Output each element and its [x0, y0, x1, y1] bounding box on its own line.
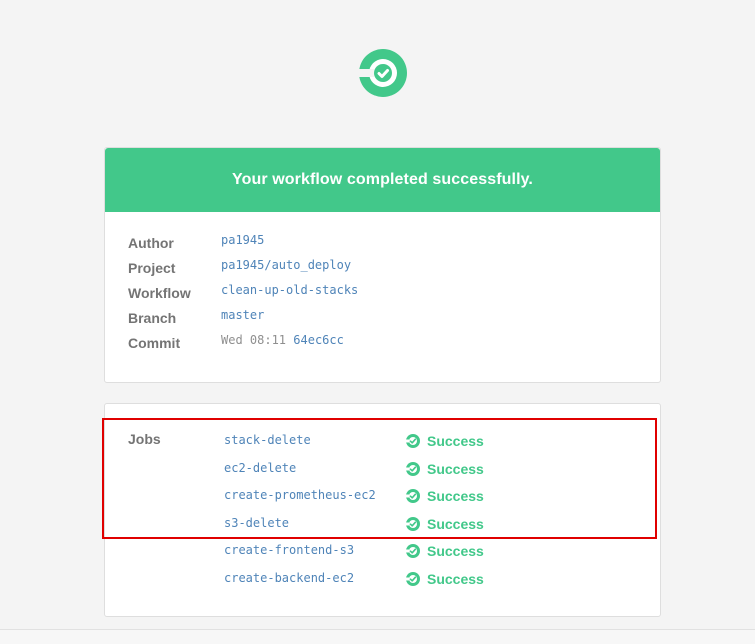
workflow-row: Workflow clean-up-old-stacks: [128, 283, 640, 305]
success-check-icon: [405, 489, 420, 503]
page-bottom-divider: [0, 629, 755, 644]
author-link[interactable]: pa1945: [221, 233, 264, 247]
circleci-logo-icon: [351, 41, 415, 105]
job-row: ec2-delete Success: [224, 461, 644, 481]
workflow-success-banner: Your workflow completed successfully.: [105, 148, 660, 212]
success-check-icon: [405, 462, 420, 476]
commit-value: Wed 08:11 64ec6cc: [221, 333, 344, 347]
branch-row: Branch master: [128, 308, 640, 330]
job-status-text: Success: [427, 488, 484, 504]
job-status-text: Success: [427, 571, 484, 587]
job-status: Success: [405, 461, 484, 477]
job-row: create-prometheus-ec2 Success: [224, 488, 644, 508]
job-status: Success: [405, 571, 484, 587]
job-row: create-backend-ec2 Success: [224, 571, 644, 591]
success-check-icon: [405, 572, 420, 586]
job-status-text: Success: [427, 461, 484, 477]
author-label: Author: [128, 235, 174, 251]
job-name-link[interactable]: stack-delete: [224, 433, 311, 447]
job-status: Success: [405, 433, 484, 449]
success-check-icon: [405, 544, 420, 558]
author-row: Author pa1945: [128, 233, 640, 255]
job-row: create-frontend-s3 Success: [224, 543, 644, 563]
job-name-link[interactable]: create-backend-ec2: [224, 571, 354, 585]
workflow-link[interactable]: clean-up-old-stacks: [221, 283, 358, 297]
commit-time: Wed 08:11: [221, 333, 287, 347]
jobs-label: Jobs: [128, 431, 161, 447]
branch-label: Branch: [128, 310, 177, 326]
jobs-card: Jobs stack-delete Success ec2-delete Suc…: [104, 403, 661, 617]
workflow-label: Workflow: [128, 285, 191, 301]
project-row: Project pa1945/auto_deploy: [128, 258, 640, 280]
job-status: Success: [405, 516, 484, 532]
commit-label: Commit: [128, 335, 181, 351]
job-status-text: Success: [427, 543, 484, 559]
job-status: Success: [405, 543, 484, 559]
project-link[interactable]: pa1945/auto_deploy: [221, 258, 351, 272]
job-row: stack-delete Success: [224, 433, 644, 453]
job-status-text: Success: [427, 433, 484, 449]
success-check-icon: [405, 434, 420, 448]
commit-row: Commit Wed 08:11 64ec6cc: [128, 333, 640, 355]
branch-link[interactable]: master: [221, 308, 264, 322]
success-check-icon: [405, 517, 420, 531]
project-label: Project: [128, 260, 176, 276]
job-name-link[interactable]: create-prometheus-ec2: [224, 488, 376, 502]
workflow-summary-card: Your workflow completed successfully. Au…: [104, 147, 661, 383]
job-name-link[interactable]: create-frontend-s3: [224, 543, 354, 557]
job-name-link[interactable]: s3-delete: [224, 516, 289, 530]
job-status-text: Success: [427, 516, 484, 532]
commit-hash-link[interactable]: 64ec6cc: [293, 333, 344, 347]
job-row: s3-delete Success: [224, 516, 644, 536]
job-name-link[interactable]: ec2-delete: [224, 461, 296, 475]
job-status: Success: [405, 488, 484, 504]
